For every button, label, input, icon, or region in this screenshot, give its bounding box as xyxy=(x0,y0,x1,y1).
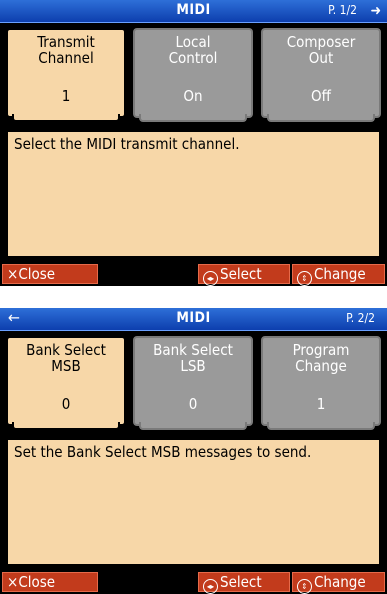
card-page-edge xyxy=(12,114,120,122)
midi-screen-page-1: MIDI P. 1/2 ➜ Transmit Channel 1 Local C… xyxy=(0,0,387,286)
close-icon: × xyxy=(7,573,19,591)
up-down-dial-icon: ⇕ xyxy=(297,271,312,286)
card-label: Transmit Channel xyxy=(37,33,95,67)
change-label: Change xyxy=(314,265,366,283)
card-value: 1 xyxy=(61,87,71,105)
page-indicator: P. 1/2 xyxy=(328,3,357,17)
screen-title: MIDI xyxy=(176,310,211,326)
card-program-change[interactable]: Program Change 1 xyxy=(261,336,381,430)
title-bar: MIDI P. 1/2 ➜ xyxy=(0,0,387,23)
select-label: Select xyxy=(220,265,262,283)
card-transmit-channel[interactable]: Transmit Channel 1 xyxy=(6,28,126,122)
left-right-dial-icon: ◂▸ xyxy=(203,579,218,594)
card-value: On xyxy=(183,87,203,105)
title-bar: ← MIDI P. 2/2 xyxy=(0,308,387,331)
card-value: 1 xyxy=(316,395,326,413)
select-button[interactable]: ◂▸ Select xyxy=(198,572,290,594)
card-bank-select-msb[interactable]: Bank Select MSB 0 xyxy=(6,336,126,430)
midi-screen-page-2: ← MIDI P. 2/2 Bank Select MSB 0 Bank Sel… xyxy=(0,308,387,594)
card-label: Bank Select LSB xyxy=(153,341,233,375)
select-button[interactable]: ◂▸ Select xyxy=(198,264,290,286)
card-page-edge xyxy=(267,422,375,430)
card-composer-out[interactable]: Composer Out Off xyxy=(261,28,381,122)
change-button[interactable]: ⇕ Change xyxy=(292,572,385,594)
card-label: Bank Select MSB xyxy=(26,341,106,375)
change-label: Change xyxy=(314,573,366,591)
card-value: Off xyxy=(311,87,331,105)
bottom-bar: ×Close ◂▸ Select ⇕ Change xyxy=(0,262,387,286)
card-page-edge xyxy=(12,422,120,430)
close-label: Close xyxy=(18,265,56,283)
description-panel: Select the MIDI transmit channel. xyxy=(6,130,381,258)
card-bank-select-lsb[interactable]: Bank Select LSB 0 xyxy=(133,336,253,430)
close-button[interactable]: ×Close xyxy=(2,264,98,284)
close-icon: × xyxy=(7,265,19,283)
close-label: Close xyxy=(18,573,56,591)
card-page-edge xyxy=(139,422,247,430)
change-button[interactable]: ⇕ Change xyxy=(292,264,385,286)
card-page-edge xyxy=(267,114,375,122)
left-right-dial-icon: ◂▸ xyxy=(203,271,218,286)
page-indicator: P. 2/2 xyxy=(346,311,375,325)
card-label: Local Control xyxy=(168,33,218,67)
card-value: 0 xyxy=(188,395,198,413)
close-button[interactable]: ×Close xyxy=(2,572,98,592)
parameter-cards: Bank Select MSB 0 Bank Select LSB 0 Prog… xyxy=(6,336,381,432)
bottom-bar: ×Close ◂▸ Select ⇕ Change xyxy=(0,570,387,594)
card-label: Program Change xyxy=(292,341,350,375)
card-value: 0 xyxy=(61,395,71,413)
description-panel: Set the Bank Select MSB messages to send… xyxy=(6,438,381,566)
up-down-dial-icon: ⇕ xyxy=(297,579,312,594)
card-label: Composer Out xyxy=(286,33,356,67)
arrow-right-icon[interactable]: ➜ xyxy=(370,3,381,19)
card-page-edge xyxy=(139,114,247,122)
select-label: Select xyxy=(220,573,262,591)
parameter-cards: Transmit Channel 1 Local Control On Comp… xyxy=(6,28,381,124)
card-local-control[interactable]: Local Control On xyxy=(133,28,253,122)
